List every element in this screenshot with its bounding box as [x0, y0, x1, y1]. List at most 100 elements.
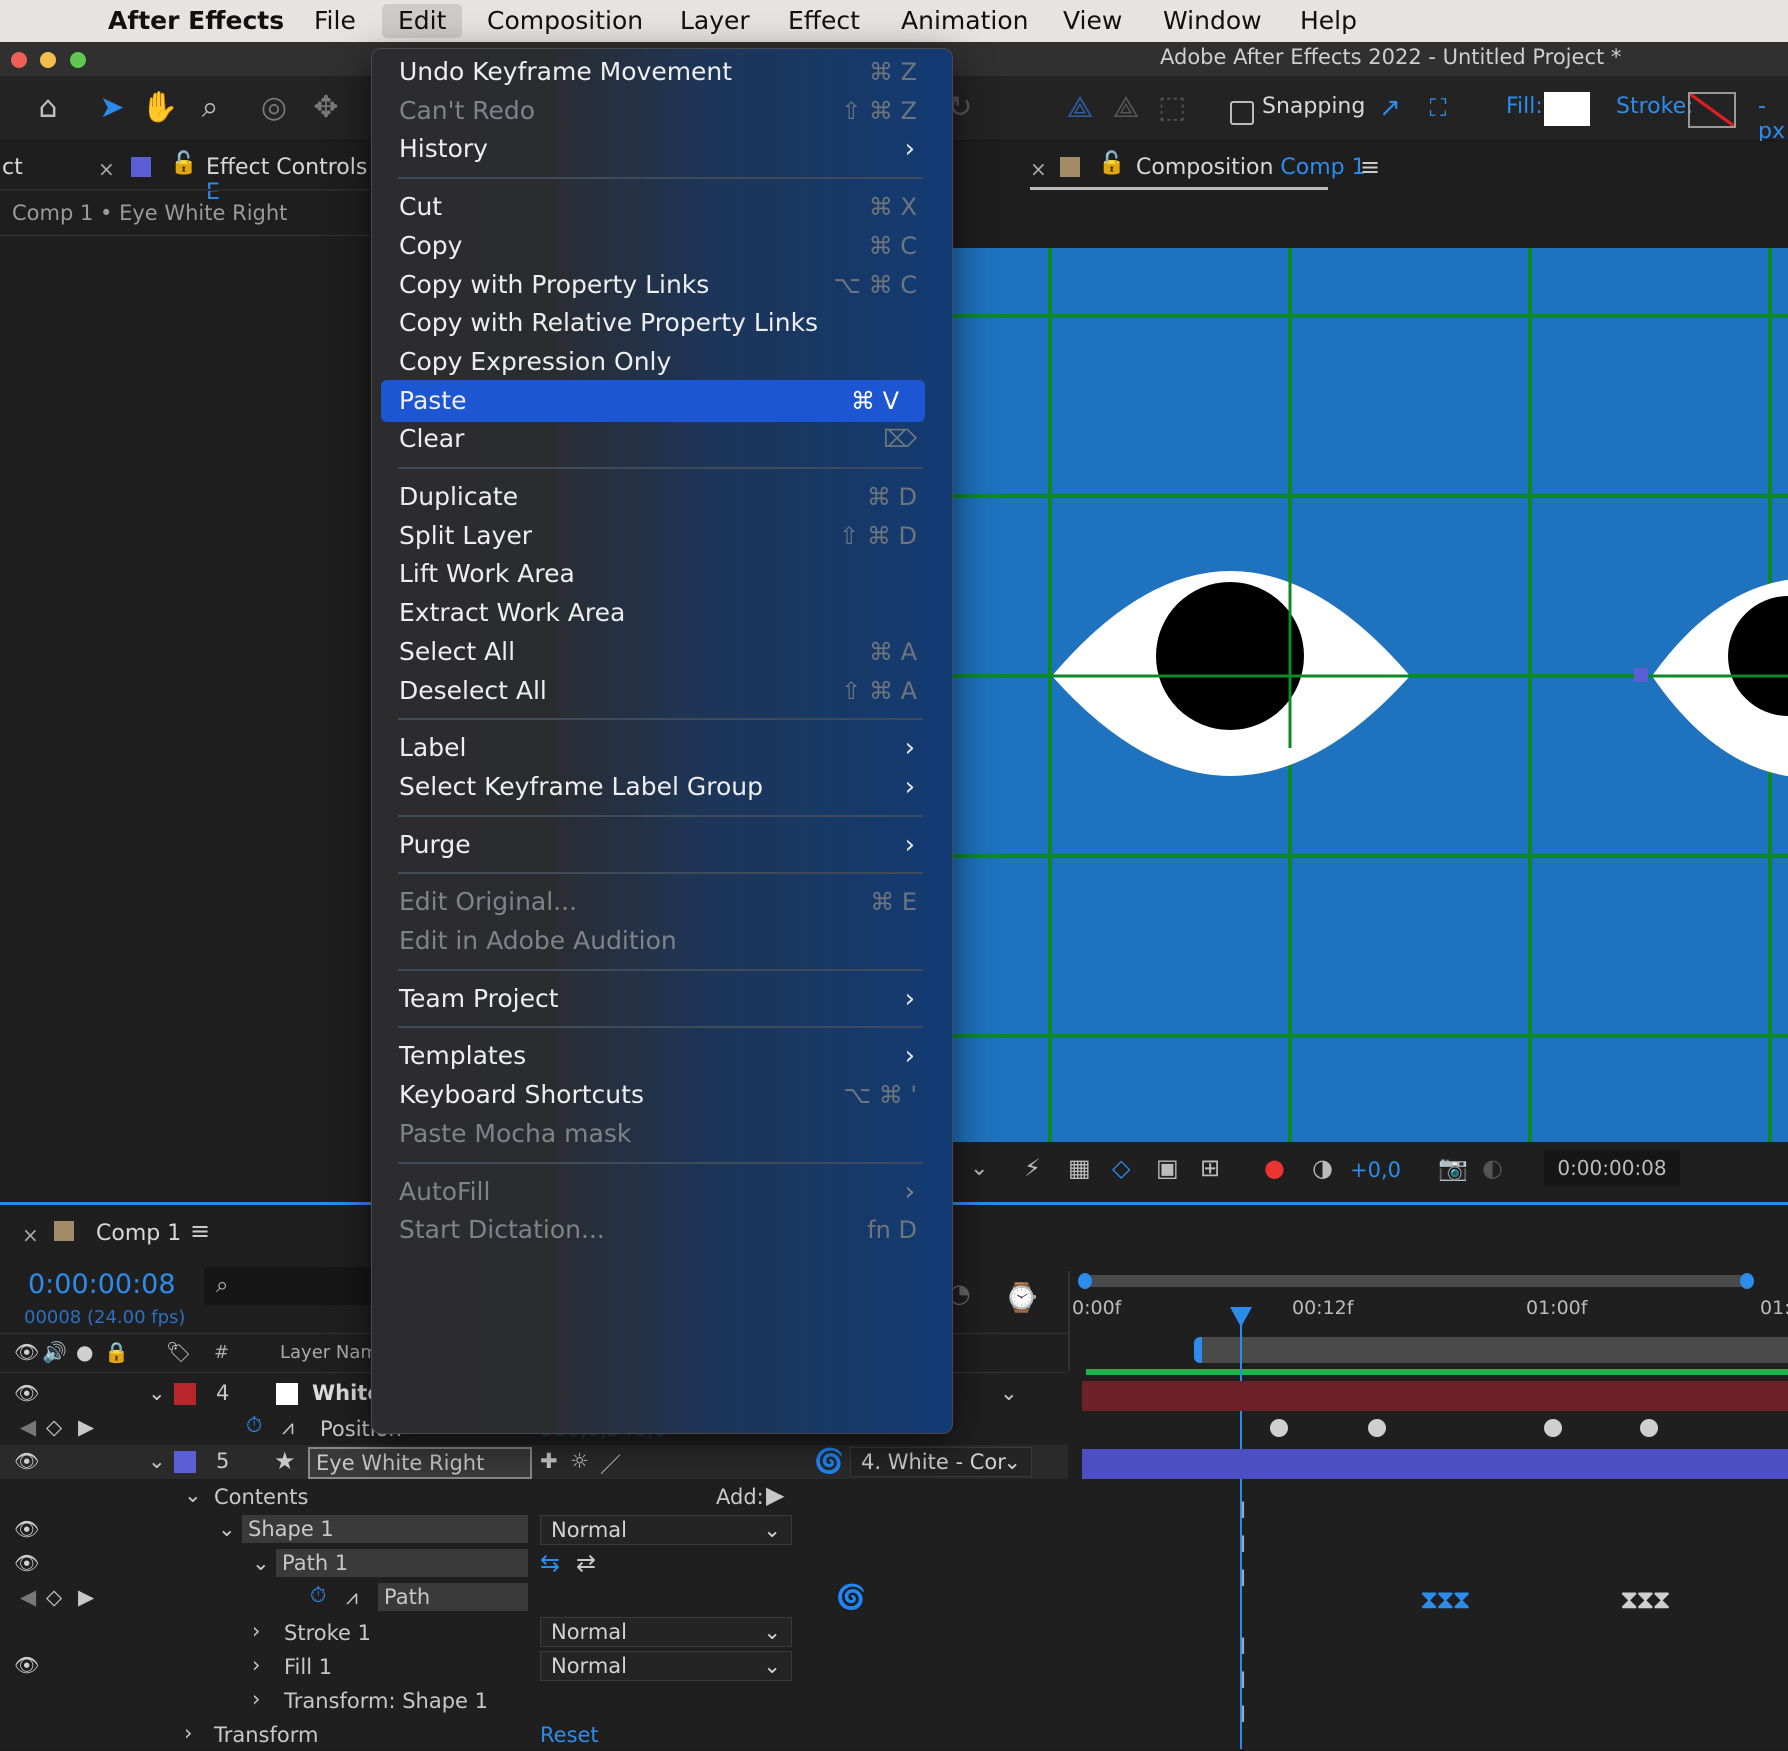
- left-eye[interactable]: [1050, 571, 1410, 776]
- zoom-tool-icon[interactable]: ⌕: [190, 88, 230, 128]
- shape1-visibility-icon[interactable]: 👁: [14, 1517, 39, 1541]
- effect-controls-tab[interactable]: Effect Controls E: [206, 155, 370, 205]
- path-direction-icon[interactable]: ⇆: [540, 1549, 560, 1577]
- path1-row[interactable]: 👁 ⌄ Path 1 ⇆ ⇄: [0, 1547, 1068, 1581]
- minimize-window-button[interactable]: [40, 52, 56, 68]
- viewer-timecode[interactable]: 0:00:00:08: [1544, 1150, 1680, 1186]
- menu-item-select-keyframe-label-group[interactable]: Select Keyframe Label Group ›: [399, 766, 935, 808]
- position-keyframe-1[interactable]: [1270, 1419, 1288, 1437]
- shape1-expand-icon[interactable]: ⌄: [218, 1517, 236, 1541]
- axis-local-icon[interactable]: ⟁: [1060, 88, 1100, 128]
- menu-item-label[interactable]: Label ›: [399, 727, 935, 769]
- layer4-parent-dropdown-arrow[interactable]: ⌄: [1000, 1381, 1018, 1405]
- grid-guides-icon[interactable]: ⊞: [1200, 1154, 1220, 1182]
- region-of-interest-icon[interactable]: ▣: [1156, 1154, 1179, 1182]
- composition-viewer[interactable]: [952, 248, 1788, 1142]
- path-stopwatch-icon[interactable]: ⏱: [310, 1583, 326, 1608]
- stroke1-label[interactable]: Stroke 1: [284, 1621, 371, 1645]
- path-keyframes-selected[interactable]: ⧗⧗⧗: [1420, 1585, 1471, 1616]
- position-keyframe-2[interactable]: [1368, 1419, 1386, 1437]
- path1-expand-icon[interactable]: ⌄: [252, 1551, 270, 1575]
- contents-expand-icon[interactable]: ⌄: [184, 1483, 202, 1507]
- position-keyframe-3[interactable]: [1544, 1419, 1562, 1437]
- collapse-transform-icon[interactable]: ✚: [540, 1449, 558, 1473]
- transparency-grid-icon[interactable]: ▦: [1068, 1154, 1091, 1182]
- path-graph-icon[interactable]: ⩘: [346, 1585, 358, 1610]
- solo-column-icon[interactable]: ●: [76, 1340, 93, 1364]
- menu-item-extract-work-area[interactable]: Extract Work Area: [399, 592, 935, 634]
- transform-expand-icon[interactable]: ›: [184, 1721, 192, 1745]
- layer5-duration-bar[interactable]: [1082, 1449, 1788, 1479]
- hand-tool-icon[interactable]: ✋: [140, 88, 180, 128]
- menubar-view[interactable]: View: [1063, 4, 1122, 38]
- quality-slash-icon[interactable]: ／: [600, 1449, 621, 1479]
- snap-features-icon[interactable]: ⛶: [1418, 88, 1458, 128]
- menubar-animation[interactable]: Animation: [901, 4, 1028, 38]
- layer5-label-swatch[interactable]: [174, 1451, 196, 1473]
- fill1-label[interactable]: Fill 1: [284, 1655, 332, 1679]
- label-column-icon[interactable]: 🏷: [166, 1340, 191, 1364]
- mask-visibility-icon[interactable]: ◇: [1112, 1154, 1130, 1182]
- comp-lock-icon[interactable]: 🔓: [1098, 151, 1125, 176]
- menu-item-edit-in-adobe-audition[interactable]: Edit in Adobe Audition: [399, 920, 935, 962]
- shape1-label[interactable]: Shape 1: [242, 1515, 528, 1543]
- menu-item-edit-original[interactable]: Edit Original... ⌘ E: [399, 881, 935, 923]
- fill1-expand-icon[interactable]: ›: [252, 1653, 260, 1677]
- layer5-visibility-icon[interactable]: 👁: [14, 1449, 39, 1473]
- stroke1-blend-dropdown[interactable]: Normal ⌄: [540, 1617, 792, 1647]
- position-stopwatch-icon[interactable]: ⏱: [246, 1413, 262, 1438]
- snapshot-camera-icon[interactable]: 📷: [1438, 1154, 1468, 1182]
- reset-exposure-icon[interactable]: ◑: [1312, 1154, 1333, 1182]
- time-ruler[interactable]: 0:00f 00:12f 01:00f 01:: [1068, 1271, 1788, 1375]
- path1-visibility-icon[interactable]: 👁: [14, 1551, 39, 1575]
- menu-item-cut[interactable]: Cut ⌘ X: [399, 186, 935, 228]
- graph-editor-icon[interactable]: ⌚: [1004, 1281, 1039, 1314]
- time-navigator[interactable]: [1084, 1275, 1752, 1287]
- path-reverse-icon[interactable]: ⇄: [576, 1549, 596, 1577]
- show-snapshot-icon[interactable]: ◐: [1482, 1154, 1503, 1182]
- selection-tool-icon[interactable]: ➤: [92, 88, 132, 128]
- audio-column-icon[interactable]: 🔊: [42, 1340, 67, 1364]
- menubar-window[interactable]: Window: [1163, 4, 1262, 38]
- layer-name-column[interactable]: Layer Nam: [280, 1342, 378, 1363]
- contents-row[interactable]: ⌄ Contents Add: ▶: [0, 1479, 1068, 1513]
- exposure-value[interactable]: +0,0: [1350, 1158, 1401, 1182]
- transform-shape1-label[interactable]: Transform: Shape 1: [284, 1689, 488, 1713]
- add-content-button[interactable]: ▶: [766, 1481, 784, 1509]
- menu-item-templates[interactable]: Templates ›: [399, 1035, 935, 1077]
- transform-shape1-row[interactable]: › Transform: Shape 1: [0, 1683, 1068, 1717]
- navigator-end-handle[interactable]: [1740, 1273, 1754, 1289]
- menu-item-team-project[interactable]: Team Project ›: [399, 978, 935, 1020]
- menu-item-paste-mocha-mask[interactable]: Paste Mocha mask: [399, 1113, 935, 1155]
- visibility-column-icon[interactable]: 👁: [14, 1340, 39, 1364]
- menu-item-undo-keyframe-movement[interactable]: Undo Keyframe Movement ⌘ Z: [399, 51, 935, 93]
- layer5-expand-icon[interactable]: ⌄: [148, 1449, 166, 1473]
- menu-item-autofill[interactable]: AutoFill ›: [399, 1171, 935, 1213]
- timeline-menu-icon[interactable]: ≡: [190, 1217, 210, 1245]
- path-next-keyframe-icon[interactable]: ▶: [78, 1585, 94, 1609]
- path1-label[interactable]: Path 1: [276, 1549, 528, 1577]
- quality-icon[interactable]: ☼: [570, 1449, 589, 1473]
- layer4-visibility-icon[interactable]: 👁: [14, 1381, 39, 1405]
- close-tab-icon[interactable]: ×: [98, 157, 115, 181]
- fill-color-swatch[interactable]: [1544, 92, 1590, 126]
- work-area-bar[interactable]: [1194, 1337, 1788, 1363]
- timeline-tab[interactable]: Comp 1: [96, 1221, 181, 1246]
- fill1-blend-dropdown[interactable]: Normal ⌄: [540, 1651, 792, 1681]
- path-property-row[interactable]: ◀ ◇ ▶ ⏱ ⩘ Path 🌀: [0, 1581, 1068, 1615]
- menubar-edit[interactable]: Edit: [382, 4, 463, 38]
- menu-item-history[interactable]: History ›: [399, 128, 935, 170]
- layer5-parent-dropdown[interactable]: 4. White - Cor ⌄: [850, 1447, 1032, 1477]
- menu-item-start-dictation[interactable]: Start Dictation... fn D: [399, 1209, 935, 1251]
- menu-item-copy[interactable]: Copy ⌘ C: [399, 225, 935, 267]
- menu-item-can-t-redo[interactable]: Can't Redo ⇧ ⌘ Z: [399, 90, 935, 132]
- home-icon[interactable]: ⌂: [28, 88, 68, 128]
- menu-item-purge[interactable]: Purge ›: [399, 824, 935, 866]
- menu-item-copy-expression-only[interactable]: Copy Expression Only: [399, 341, 935, 383]
- menubar-file[interactable]: File: [314, 4, 356, 38]
- playhead-handle[interactable]: [1230, 1307, 1252, 1327]
- menu-item-lift-work-area[interactable]: Lift Work Area: [399, 553, 935, 595]
- menu-item-select-all[interactable]: Select All ⌘ A: [399, 631, 935, 673]
- menubar-composition[interactable]: Composition: [487, 4, 643, 38]
- navigator-start-handle[interactable]: [1078, 1273, 1092, 1289]
